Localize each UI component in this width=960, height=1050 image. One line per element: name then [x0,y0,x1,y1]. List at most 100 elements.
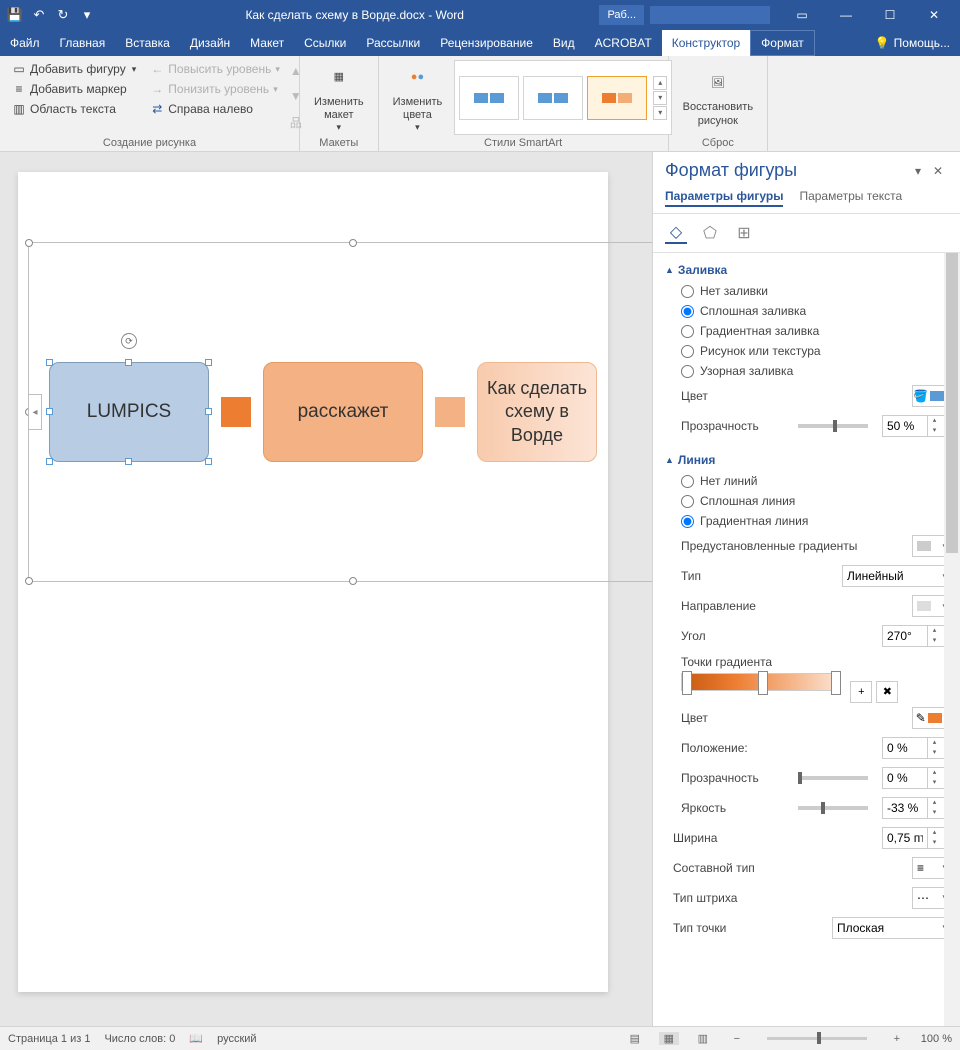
fill-none-radio[interactable]: Нет заливки [665,281,952,301]
add-shape-icon: ▭ [12,62,26,76]
change-layout-icon: ▦ [323,62,355,94]
account-area[interactable] [650,6,770,24]
fill-transparency-spin[interactable]: ▴▾ [882,415,952,437]
tab-design[interactable]: Дизайн [180,30,240,56]
arrow-2[interactable] [435,397,465,427]
save-icon[interactable]: 💾 [4,4,26,26]
line-gradient-radio[interactable]: Градиентная линия [665,511,952,531]
add-shape-button[interactable]: ▭Добавить фигуру▾ [8,60,140,78]
minimize-icon[interactable]: — [824,0,868,30]
language-status[interactable]: русский [217,1033,256,1045]
fill-picture-radio[interactable]: Рисунок или текстура [665,341,952,361]
document-area[interactable]: ◂ LUMPICS ⟳ расскажет Как сделать схему … [0,152,652,1026]
smartart-box-3[interactable]: Как сделать схему в Ворде [477,362,597,462]
fill-solid-radio[interactable]: Сплошная заливка [665,301,952,321]
rtl-icon: ⇄ [150,102,164,116]
word-count[interactable]: Число слов: 0 [104,1033,175,1045]
change-layout-button[interactable]: ▦ Изменить макет▾ [308,60,370,135]
zoom-slider[interactable] [767,1037,867,1040]
tab-references[interactable]: Ссылки [294,30,356,56]
close-icon[interactable]: ✕ [912,0,956,30]
zoom-in-icon[interactable]: + [887,1033,907,1045]
help-button[interactable]: 💡Помощь... [865,30,960,56]
add-stop-button[interactable]: + [850,681,872,703]
width-spin[interactable]: ▴▾ [882,827,952,849]
fill-gradient-radio[interactable]: Градиентная заливка [665,321,952,341]
gradient-stops-track[interactable] [681,673,841,691]
pane-title: Формат фигуры [665,160,908,181]
tab-format[interactable]: Формат [750,30,815,56]
pane-close-icon[interactable]: ✕ [928,164,948,178]
effects-tab-icon[interactable]: ⬠ [699,222,721,244]
tab-mailings[interactable]: Рассылки [356,30,430,56]
cap-type-combo[interactable]: Плоская▾ [832,917,952,939]
style-item-1[interactable] [459,76,519,120]
page-status[interactable]: Страница 1 из 1 [8,1033,90,1045]
add-bullet-button[interactable]: ≡Добавить маркер [8,80,140,98]
tab-layout[interactable]: Макет [240,30,294,56]
zoom-out-icon[interactable]: − [727,1033,747,1045]
pane-menu-icon[interactable]: ▾ [908,164,928,178]
text-pane-button[interactable]: ▥Область текста [8,100,140,118]
text-pane-toggle[interactable]: ◂ [28,394,42,430]
redo-icon[interactable]: ↻ [52,4,74,26]
brightness-spin[interactable]: ▴▾ [882,797,952,819]
smartart-style-gallery[interactable]: ▴ ▾ ▾ [454,60,672,135]
tab-acrobat[interactable]: ACROBAT [585,30,662,56]
window-title: Как сделать схему в Ворде.docx - Word [110,8,599,22]
maximize-icon[interactable]: ☐ [868,0,912,30]
proofing-icon[interactable]: 📖 [189,1032,203,1045]
tab-shape-options[interactable]: Параметры фигуры [665,189,783,207]
tab-review[interactable]: Рецензирование [430,30,543,56]
undo-icon[interactable]: ↶ [28,4,50,26]
line-transparency-slider[interactable] [798,776,868,780]
help-icon: 💡 [875,36,890,50]
ribbon: ▭Добавить фигуру▾ ≡Добавить маркер ▥Обла… [0,56,960,152]
gallery-down-icon[interactable]: ▾ [653,91,667,105]
gradient-type-combo[interactable]: Линейный▾ [842,565,952,587]
tab-view[interactable]: Вид [543,30,585,56]
pane-scrollbar[interactable] [944,253,960,1026]
angle-spin[interactable]: ▴▾ [882,625,952,647]
fill-line-tab-icon[interactable]: ◇ [665,222,687,244]
fill-section-header[interactable]: ▲Заливка [665,259,952,281]
demote-icon: → [150,82,164,96]
fill-pattern-radio[interactable]: Узорная заливка [665,361,952,381]
remove-stop-button[interactable]: ✖ [876,681,898,703]
arrow-1[interactable] [221,397,251,427]
tab-text-options[interactable]: Параметры текста [799,189,902,207]
line-none-radio[interactable]: Нет линий [665,471,952,491]
smartart-box-1[interactable]: LUMPICS ⟳ [49,362,209,462]
reset-graphic-button[interactable]: 🖼 Восстановить рисунок [677,60,759,135]
tab-file[interactable]: Файл [0,30,50,56]
smartart-frame[interactable]: ◂ LUMPICS ⟳ расскажет Как сделать схему … [28,242,652,582]
tab-constructor[interactable]: Конструктор [662,30,750,56]
size-tab-icon[interactable]: ⊞ [733,222,755,244]
read-mode-icon[interactable]: ▤ [625,1032,645,1045]
line-section-header[interactable]: ▲Линия [665,449,952,471]
rtl-button[interactable]: ⇄Справа налево [146,100,284,118]
dash-icon: ⋯ [917,891,929,905]
smartart-box-2[interactable]: расскажет [263,362,423,462]
gradient-stops-label: Точки градиента [665,651,952,669]
gallery-more-icon[interactable]: ▾ [653,106,667,120]
change-colors-button[interactable]: ●● Изменить цвета▾ [387,60,449,135]
titlebar: 💾 ↶ ↻ ▾ Как сделать схему в Ворде.docx -… [0,0,960,30]
rotate-handle-icon[interactable]: ⟳ [121,333,137,349]
line-solid-radio[interactable]: Сплошная линия [665,491,952,511]
qat-more-icon[interactable]: ▾ [76,4,98,26]
ribbon-options-icon[interactable]: ▭ [780,0,824,30]
position-spin[interactable]: ▴▾ [882,737,952,759]
zoom-level[interactable]: 100 % [921,1033,952,1045]
line-transparency-spin[interactable]: ▴▾ [882,767,952,789]
print-layout-icon[interactable]: ▦ [659,1032,679,1045]
brightness-slider[interactable] [798,806,868,810]
style-item-3[interactable] [587,76,647,120]
gallery-up-icon[interactable]: ▴ [653,76,667,90]
fill-transparency-slider[interactable] [798,424,868,428]
style-item-2[interactable] [523,76,583,120]
smartart-tools-badge: Раб... [599,5,644,25]
tab-home[interactable]: Главная [50,30,116,56]
tab-insert[interactable]: Вставка [115,30,180,56]
web-layout-icon[interactable]: ▥ [693,1032,713,1045]
